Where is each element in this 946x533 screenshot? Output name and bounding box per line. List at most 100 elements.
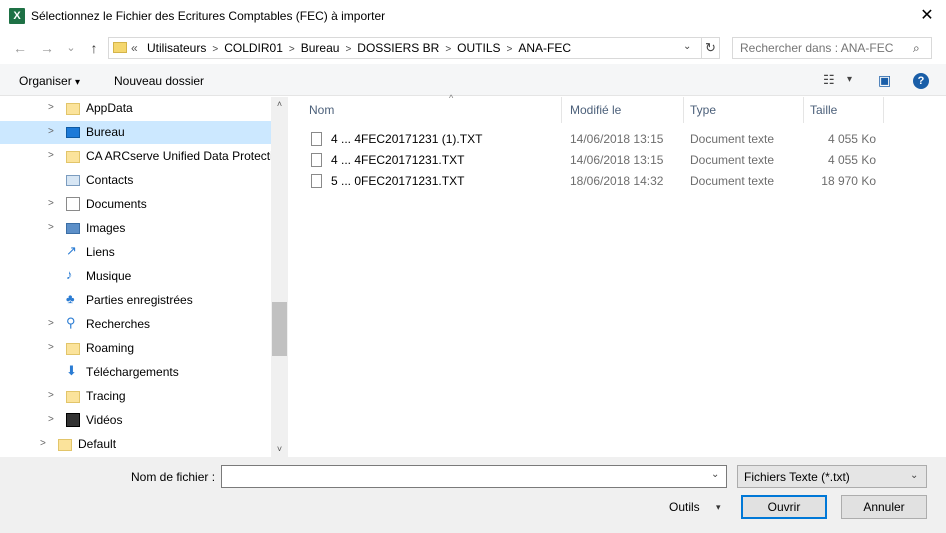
column-header-name[interactable]: Nom ^ bbox=[309, 93, 569, 123]
search-icon[interactable]: ⌕ bbox=[913, 41, 920, 56]
sidebar-item-t-l-chargements[interactable]: ⬇ Téléchargements bbox=[0, 361, 271, 384]
address-bar[interactable]: « Utilisateurs > COLDIR01 > Bureau > DOSSIERS … bbox=[108, 37, 720, 59]
chevron-right-icon[interactable]: > bbox=[48, 150, 54, 161]
sidebar-item-recherches[interactable]: > ⚲ Recherches bbox=[0, 313, 271, 336]
search-box[interactable]: ⌕ bbox=[732, 37, 932, 59]
folder-icon bbox=[58, 439, 72, 451]
column-divider[interactable] bbox=[883, 97, 884, 123]
folder-icon bbox=[66, 391, 80, 403]
file-row[interactable]: 5 ... 0FEC20171231.TXT 18/06/2018 14:32 Do… bbox=[309, 171, 889, 192]
preview-pane-icon[interactable]: ▣ bbox=[878, 72, 891, 89]
pictures-icon bbox=[66, 223, 80, 234]
breadcrumb-item[interactable]: Bureau bbox=[301, 41, 340, 55]
searches-icon: ⚲ bbox=[66, 315, 76, 330]
back-button[interactable]: ← bbox=[11, 40, 29, 56]
chevron-right-icon[interactable]: > bbox=[48, 342, 54, 353]
column-divider[interactable] bbox=[803, 97, 804, 123]
file-type-filter-select[interactable]: Fichiers Texte (*.txt) ⌄ bbox=[737, 465, 927, 488]
sidebar-item-tracing[interactable]: > Tracing bbox=[0, 385, 271, 408]
chevron-right-icon[interactable]: > bbox=[48, 126, 54, 137]
sidebar-item-contacts[interactable]: Contacts bbox=[0, 169, 271, 192]
column-header-modified[interactable]: Modifié le bbox=[570, 97, 621, 123]
column-header-type[interactable]: Type bbox=[690, 97, 716, 123]
scroll-up-button[interactable]: ˄ bbox=[271, 97, 288, 111]
scroll-thumb[interactable] bbox=[272, 302, 287, 356]
chevron-right-icon[interactable]: > bbox=[48, 102, 54, 113]
view-options-dropdown[interactable]: ▾ bbox=[847, 74, 852, 85]
text-file-icon bbox=[311, 174, 322, 188]
help-icon[interactable]: ? bbox=[913, 73, 929, 89]
refresh-button[interactable]: ↻ bbox=[701, 38, 719, 58]
breadcrumb-separator-icon[interactable]: > bbox=[507, 44, 513, 55]
open-button[interactable]: Ouvrir bbox=[741, 495, 827, 519]
file-modified: 14/06/2018 13:15 bbox=[570, 153, 664, 167]
sidebar-item-label: Recherches bbox=[86, 317, 151, 331]
file-type-filter-value: Fichiers Texte (*.txt) bbox=[744, 470, 850, 484]
cancel-button[interactable]: Annuler bbox=[841, 495, 927, 519]
sidebar-item-bureau[interactable]: > Bureau bbox=[0, 121, 271, 144]
organize-menu[interactable]: Organiser ▾ bbox=[19, 74, 80, 88]
breadcrumb-separator-icon[interactable]: > bbox=[289, 44, 295, 55]
scroll-down-button[interactable]: ˅ bbox=[271, 441, 288, 457]
sidebar-item-default[interactable]: > Default bbox=[0, 433, 271, 456]
navigation-scrollbar[interactable]: ˄ ˅ bbox=[271, 97, 288, 457]
file-modified: 18/06/2018 14:32 bbox=[570, 174, 664, 188]
column-divider[interactable] bbox=[561, 97, 562, 123]
search-input[interactable] bbox=[733, 38, 909, 58]
forward-button[interactable]: → bbox=[38, 40, 56, 56]
chevron-right-icon[interactable]: > bbox=[48, 198, 54, 209]
sidebar-item-appdata[interactable]: > AppData bbox=[0, 97, 271, 120]
downloads-icon: ⬇ bbox=[66, 363, 77, 378]
column-divider[interactable] bbox=[683, 97, 684, 123]
file-row[interactable]: 4 ... 4FEC20171231 (1).TXT 14/06/2018 13:… bbox=[309, 129, 889, 150]
breadcrumb-item[interactable]: OUTILS bbox=[457, 41, 500, 55]
folder-icon bbox=[66, 343, 80, 355]
column-header-size[interactable]: Taille bbox=[810, 97, 837, 123]
file-name: 5 ... 0FEC20171231.TXT bbox=[331, 174, 465, 188]
sidebar-item-documents[interactable]: > Documents bbox=[0, 193, 271, 216]
close-button[interactable]: ✕ bbox=[910, 2, 944, 30]
file-size: 4 055 Ko bbox=[827, 153, 876, 167]
address-history-dropdown[interactable]: ⌄ bbox=[683, 41, 691, 52]
chevron-down-icon[interactable]: ▾ bbox=[716, 502, 721, 513]
up-folder-button[interactable]: ↑ bbox=[85, 40, 103, 56]
sidebar-item-label: Roaming bbox=[86, 341, 135, 355]
breadcrumb-item[interactable]: COLDIR01 bbox=[224, 41, 283, 55]
file-type: Document texte bbox=[690, 153, 775, 167]
new-folder-button[interactable]: Nouveau dossier bbox=[114, 74, 204, 88]
recent-locations-dropdown[interactable]: ⌄ bbox=[62, 40, 80, 56]
sidebar-item-musique[interactable]: ♪ Musique bbox=[0, 265, 271, 288]
breadcrumb-separator-icon[interactable]: > bbox=[212, 44, 218, 55]
breadcrumb-item[interactable]: DOSSIERS BR bbox=[357, 41, 439, 55]
sidebar-item-label: Parties enregistrées bbox=[86, 293, 193, 307]
sidebar-item-roaming[interactable]: > Roaming bbox=[0, 337, 271, 360]
chevron-down-icon[interactable]: ⌄ bbox=[711, 469, 719, 480]
sidebar-item-liens[interactable]: ↗ Liens bbox=[0, 241, 271, 264]
breadcrumb-item[interactable]: ANA-FEC bbox=[518, 41, 571, 55]
chevron-right-icon[interactable]: > bbox=[48, 222, 54, 233]
excel-app-icon: X bbox=[9, 8, 25, 24]
chevron-down-icon: ⌄ bbox=[910, 470, 919, 481]
tools-menu[interactable]: Outils bbox=[669, 500, 700, 514]
folder-icon bbox=[66, 103, 80, 115]
column-header-name-label: Nom bbox=[309, 103, 335, 117]
organize-label: Organiser bbox=[19, 74, 72, 88]
text-file-icon bbox=[311, 153, 322, 167]
folder-icon bbox=[113, 42, 127, 53]
file-row[interactable]: 4 ... 4FEC20171231.TXT 14/06/2018 13:15 Do… bbox=[309, 150, 889, 171]
breadcrumb-separator-icon[interactable]: > bbox=[345, 44, 351, 55]
sidebar-item-images[interactable]: > Images bbox=[0, 217, 271, 240]
view-options-icon[interactable]: ☷ bbox=[823, 72, 835, 88]
filename-input[interactable]: ⌄ bbox=[221, 465, 727, 488]
chevron-right-icon[interactable]: > bbox=[40, 438, 46, 449]
chevron-right-icon[interactable]: > bbox=[48, 414, 54, 425]
file-modified: 14/06/2018 13:15 bbox=[570, 132, 664, 146]
breadcrumb-item[interactable]: Utilisateurs bbox=[147, 41, 206, 55]
overflow-crumbs-icon[interactable]: « bbox=[131, 41, 138, 55]
chevron-right-icon[interactable]: > bbox=[48, 318, 54, 329]
breadcrumb-separator-icon[interactable]: > bbox=[445, 44, 451, 55]
sidebar-item-vid-os[interactable]: > Vidéos bbox=[0, 409, 271, 432]
sidebar-item-parties-enregistr-es[interactable]: ♣ Parties enregistrées bbox=[0, 289, 271, 312]
chevron-right-icon[interactable]: > bbox=[48, 390, 54, 401]
sidebar-item-ca-arcserve-unified-data-protection[interactable]: > CA ARCserve Unified Data Protection bbox=[0, 145, 271, 168]
